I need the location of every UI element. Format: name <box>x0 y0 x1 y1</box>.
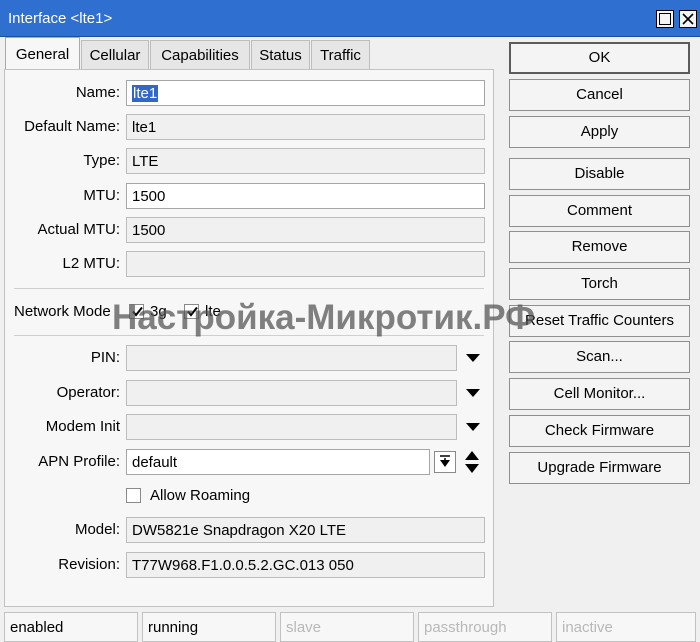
tab-traffic[interactable]: Traffic <box>311 40 370 69</box>
comment-button[interactable]: Comment <box>509 195 690 227</box>
model-label: Model: <box>74 521 120 538</box>
network-mode-lte-label: lte <box>205 303 221 320</box>
l2-mtu-label: L2 MTU: <box>62 255 120 272</box>
revision-field: T77W968.F1.0.0.5.2.GC.013 050 <box>126 552 485 578</box>
apn-profile-label: APN Profile: <box>38 453 120 470</box>
upgrade-firmware-button[interactable]: Upgrade Firmware <box>509 452 690 484</box>
pin-label: PIN: <box>90 349 120 366</box>
modem-init-dropdown-icon[interactable] <box>465 422 481 432</box>
l2-mtu-field <box>126 251 485 277</box>
separator <box>14 335 484 336</box>
allow-roaming-label: Allow Roaming <box>150 487 251 504</box>
network-mode-lte-checkbox[interactable] <box>184 304 199 319</box>
separator <box>14 288 484 289</box>
reset-traffic-counters-button[interactable]: Reset Traffic Counters <box>509 305 690 337</box>
tab-status[interactable]: Status <box>251 40 310 69</box>
network-mode-3g-checkbox[interactable] <box>129 304 144 319</box>
cell-monitor-button[interactable]: Cell Monitor... <box>509 378 690 410</box>
model-field: DW5821e Snapdragon X20 LTE <box>126 517 485 543</box>
actual-mtu-label: Actual MTU: <box>37 221 120 238</box>
network-mode-3g-label: 3g <box>150 303 167 320</box>
modem-init-label: Modem Init <box>45 418 120 435</box>
type-field: LTE <box>126 148 485 174</box>
name-input[interactable]: lte1 <box>126 80 485 106</box>
ok-button[interactable]: OK <box>509 42 690 74</box>
name-value: lte1 <box>132 85 159 102</box>
name-label: Name: <box>75 84 120 101</box>
status-passthrough: passthrough <box>418 612 552 642</box>
actual-mtu-field: 1500 <box>126 217 485 243</box>
mtu-input[interactable]: 1500 <box>126 183 485 209</box>
operator-dropdown-icon[interactable] <box>465 388 481 398</box>
status-slave: slave <box>280 612 414 642</box>
operator-label: Operator: <box>56 384 120 401</box>
allow-roaming-checkbox[interactable] <box>126 488 141 503</box>
default-name-field: lte1 <box>126 114 485 140</box>
network-mode-label: Network Mode <box>14 303 111 320</box>
title-bar: Interface <lte1> <box>0 0 700 37</box>
close-icon[interactable] <box>679 10 697 28</box>
tab-general[interactable]: General <box>5 37 80 70</box>
operator-input[interactable] <box>126 380 457 406</box>
modem-init-input[interactable] <box>126 414 457 440</box>
restore-icon[interactable] <box>656 10 674 28</box>
pin-dropdown-icon[interactable] <box>465 353 481 363</box>
apn-profile-dropdown-icon[interactable] <box>434 451 456 473</box>
up-down-arrows-icon[interactable] <box>463 449 481 475</box>
disable-button[interactable]: Disable <box>509 158 690 190</box>
tab-cellular[interactable]: Cellular <box>81 40 149 69</box>
torch-button[interactable]: Torch <box>509 268 690 300</box>
scan-button[interactable]: Scan... <box>509 341 690 373</box>
window-title: Interface <lte1> <box>8 10 113 27</box>
apn-profile-select[interactable]: default <box>126 449 430 475</box>
pin-input[interactable] <box>126 345 457 371</box>
status-inactive: inactive <box>556 612 696 642</box>
apply-button[interactable]: Apply <box>509 116 690 148</box>
check-firmware-button[interactable]: Check Firmware <box>509 415 690 447</box>
status-running: running <box>142 612 276 642</box>
type-label: Type: <box>83 152 120 169</box>
status-enabled: enabled <box>4 612 138 642</box>
remove-button[interactable]: Remove <box>509 231 690 263</box>
tab-capabilities[interactable]: Capabilities <box>150 40 250 69</box>
default-name-label: Default Name: <box>24 118 120 135</box>
revision-label: Revision: <box>58 556 120 573</box>
mtu-label: MTU: <box>83 187 120 204</box>
cancel-button[interactable]: Cancel <box>509 79 690 111</box>
